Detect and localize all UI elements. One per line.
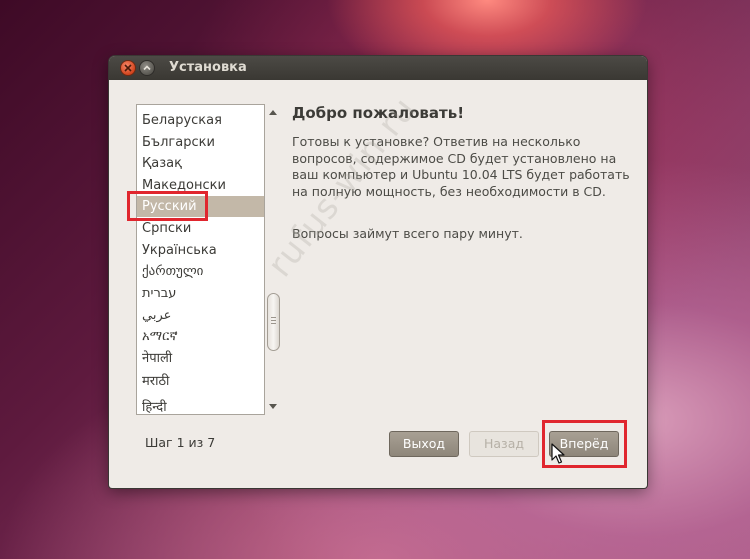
mouse-cursor-icon xyxy=(551,443,565,464)
language-list[interactable]: Беларуская Български Қазақ Македонски Ру… xyxy=(136,104,265,415)
window-title: Установка xyxy=(169,60,247,75)
grip-line xyxy=(271,317,276,318)
language-item[interactable]: አማርኛ xyxy=(137,326,264,347)
language-item[interactable]: Қазақ xyxy=(137,153,264,174)
back-button[interactable]: Назад xyxy=(469,431,539,457)
scroll-up-arrow-icon[interactable] xyxy=(269,110,277,115)
language-item[interactable]: عربي xyxy=(137,305,264,326)
language-item[interactable]: ქართული xyxy=(137,261,264,282)
language-item[interactable]: Македонски xyxy=(137,175,264,196)
language-item-selected[interactable]: Русский xyxy=(137,196,264,217)
language-item[interactable]: Українська xyxy=(137,240,264,261)
language-item[interactable]: Български xyxy=(137,132,264,153)
grip-line xyxy=(271,320,276,321)
language-item[interactable]: Српски xyxy=(137,218,264,239)
quit-button[interactable]: Выход xyxy=(389,431,459,457)
language-item[interactable]: मराठी xyxy=(137,371,264,392)
chevron-up-icon xyxy=(143,65,151,71)
minimize-window-button[interactable] xyxy=(139,60,155,76)
title-bar: Установка xyxy=(109,56,647,80)
language-item[interactable]: नेपाली xyxy=(137,348,264,369)
scrollbar-thumb[interactable] xyxy=(267,293,280,351)
language-item[interactable]: עברית xyxy=(137,283,264,304)
close-window-button[interactable] xyxy=(120,60,136,76)
step-indicator: Шаг 1 из 7 xyxy=(145,435,216,450)
grip-line xyxy=(271,323,276,324)
language-item[interactable]: Беларуская xyxy=(137,110,264,131)
language-item[interactable]: हिन्दी xyxy=(137,397,264,414)
close-icon xyxy=(124,64,132,72)
scroll-down-arrow-icon[interactable] xyxy=(269,404,277,409)
